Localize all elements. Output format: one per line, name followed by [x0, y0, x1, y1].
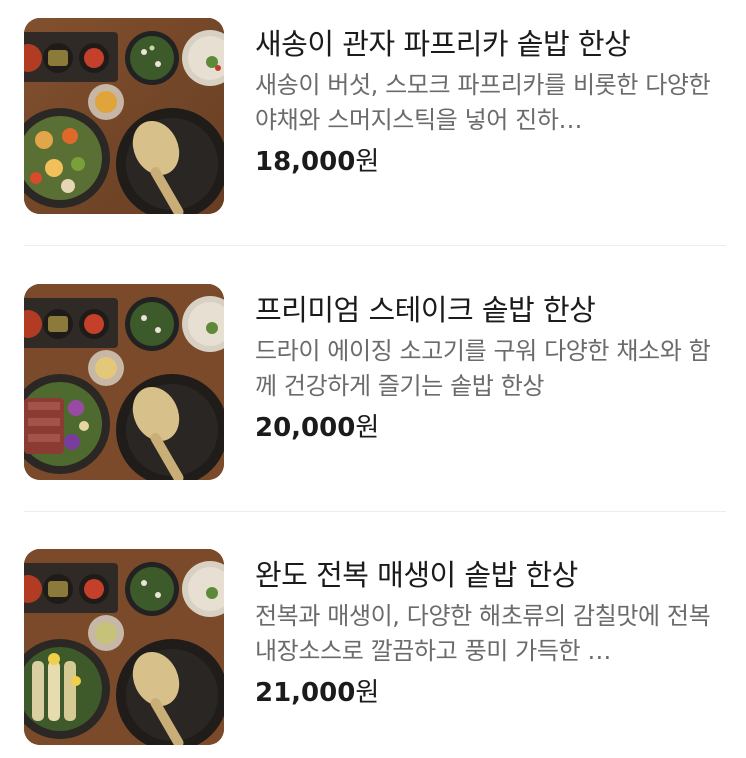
price-unit: 원: [355, 413, 380, 443]
menu-item-price: 21,000원: [255, 675, 726, 711]
menu-item-price: 20,000원: [255, 410, 726, 446]
menu-item-image[interactable]: [24, 549, 224, 745]
price-unit: 원: [355, 678, 380, 708]
menu-item-title: 프리미엄 스테이크 솥밥 한상: [255, 293, 596, 327]
food-photo-icon: [24, 18, 224, 214]
menu-item-title: 새송이 관자 파프리카 솥밥 한상: [255, 27, 631, 61]
menu-item-description: 새송이 버섯, 스모크 파프리카를 비롯한 다양한 야채와 스머지스틱을 넣어 …: [255, 71, 711, 134]
price-number: 21,000: [255, 678, 356, 708]
food-photo-icon: [24, 549, 224, 745]
menu-item-text: 완도 전복 매생이 솥밥 한상 전복과 매생이, 다양한 해초류의 감칠맛에 전…: [255, 549, 726, 711]
item-divider: [24, 245, 726, 246]
menu-item[interactable]: 완도 전복 매생이 솥밥 한상 전복과 매생이, 다양한 해초류의 감칠맛에 전…: [24, 549, 726, 749]
food-photo-icon: [24, 284, 224, 480]
menu-item[interactable]: 프리미엄 스테이크 솥밥 한상 드라이 에이징 소고기를 구워 다양한 채소와 …: [24, 284, 726, 484]
price-number: 18,000: [255, 147, 356, 177]
menu-item-text: 프리미엄 스테이크 솥밥 한상 드라이 에이징 소고기를 구워 다양한 채소와 …: [255, 284, 726, 446]
menu-item-title: 완도 전복 매생이 솥밥 한상: [255, 558, 578, 592]
price-unit: 원: [355, 147, 380, 177]
menu-list: 새송이 관자 파프리카 솥밥 한상 새송이 버섯, 스모크 파프리카를 비롯한 …: [0, 0, 746, 758]
menu-item-text: 새송이 관자 파프리카 솥밥 한상 새송이 버섯, 스모크 파프리카를 비롯한 …: [255, 18, 726, 180]
menu-item-description: 전복과 매생이, 다양한 해초류의 감칠맛에 전복내장소스로 깔끔하고 풍미 가…: [255, 602, 711, 665]
menu-item-image[interactable]: [24, 284, 224, 480]
menu-item[interactable]: 새송이 관자 파프리카 솥밥 한상 새송이 버섯, 스모크 파프리카를 비롯한 …: [24, 18, 726, 218]
menu-item-image[interactable]: [24, 18, 224, 214]
menu-item-price: 18,000원: [255, 144, 726, 180]
price-number: 20,000: [255, 413, 356, 443]
menu-item-description: 드라이 에이징 소고기를 구워 다양한 채소와 함께 건강하게 즐기는 솥밥 한…: [255, 337, 711, 400]
item-divider: [24, 511, 726, 512]
